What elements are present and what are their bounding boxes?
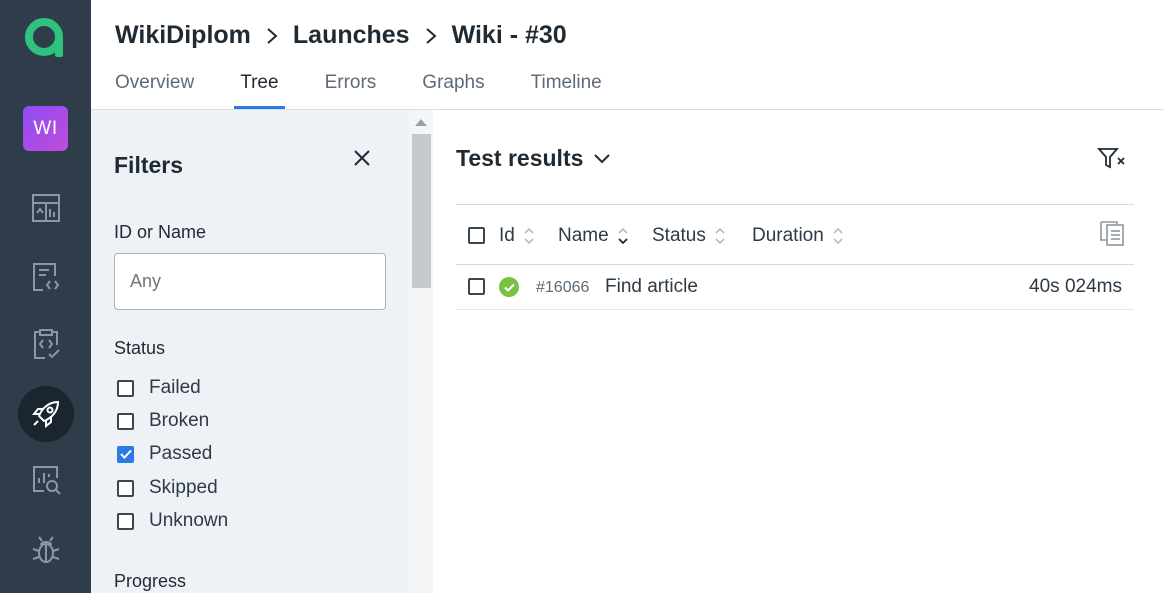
sort-icon[interactable]	[714, 226, 726, 246]
status-option-label: Failed	[149, 377, 201, 398]
breadcrumb: WikiDiplom Launches Wiki - #30	[115, 21, 567, 50]
checkbox[interactable]	[117, 479, 134, 497]
dashboard-icon[interactable]	[18, 180, 74, 236]
tab-graphs[interactable]: Graphs	[422, 72, 484, 109]
test-cases-icon[interactable]	[18, 249, 74, 305]
filters-title: Filters	[114, 152, 184, 178]
checkbox[interactable]	[117, 412, 134, 430]
results-panel: Test results Id Name Status Duration #16…	[433, 110, 1164, 593]
header: WikiDiplom Launches Wiki - #30 Overview …	[91, 0, 1164, 110]
scrollbar-thumb[interactable]	[412, 134, 431, 288]
tab-overview[interactable]: Overview	[115, 72, 194, 109]
project-avatar[interactable]: WI	[23, 106, 68, 151]
status-failed[interactable]: Failed	[117, 377, 201, 399]
column-status-label: Status	[652, 225, 706, 246]
test-id: #16066	[536, 279, 590, 296]
table-header: Id Name Status Duration	[456, 204, 1134, 265]
column-status[interactable]: Status	[652, 225, 726, 247]
select-all-checkbox[interactable]	[468, 227, 485, 244]
row-checkbox[interactable]	[468, 278, 485, 295]
checkbox[interactable]	[117, 379, 134, 397]
breadcrumb-launches[interactable]: Launches	[293, 21, 410, 50]
tab-tree[interactable]: Tree	[234, 72, 285, 109]
column-name-label: Name	[558, 225, 609, 246]
status-option-label: Skipped	[149, 477, 218, 498]
column-duration[interactable]: Duration	[752, 225, 844, 247]
chevron-down-icon	[594, 153, 611, 163]
status-option-label: Broken	[149, 410, 210, 431]
test-duration: 40s 024ms	[1029, 276, 1122, 297]
column-settings-icon[interactable]	[1098, 220, 1126, 248]
column-id[interactable]: Id	[499, 225, 535, 247]
chevron-right-icon	[424, 26, 438, 46]
breadcrumb-launch: Wiki - #30	[451, 21, 567, 49]
table-row[interactable]: #16066 Find article 40s 024ms	[456, 265, 1134, 310]
results-title[interactable]: Test results	[456, 145, 611, 172]
id-name-input[interactable]	[114, 253, 386, 310]
progress-label: Progress	[114, 571, 187, 591]
column-id-label: Id	[499, 225, 515, 246]
analytics-icon[interactable]	[18, 452, 74, 508]
scroll-up-arrow-icon[interactable]	[415, 119, 427, 126]
checkbox-checked[interactable]	[117, 445, 134, 463]
column-name[interactable]: Name	[558, 225, 629, 247]
status-broken[interactable]: Broken	[117, 410, 209, 432]
tab-errors[interactable]: Errors	[325, 72, 377, 109]
sort-desc-icon[interactable]	[617, 226, 629, 246]
app-logo[interactable]	[22, 14, 68, 60]
breadcrumb-project[interactable]: WikiDiplom	[115, 21, 251, 50]
filters-scrollbar[interactable]	[409, 110, 433, 593]
sort-icon[interactable]	[832, 226, 844, 246]
column-duration-label: Duration	[752, 225, 824, 246]
test-plans-icon[interactable]	[18, 316, 74, 372]
defects-icon[interactable]	[18, 522, 74, 578]
status-label: Status	[114, 338, 166, 358]
id-name-label: ID or Name	[114, 222, 207, 242]
clear-filter-icon[interactable]	[1097, 146, 1127, 172]
test-name[interactable]: Find article	[605, 276, 698, 298]
status-passed[interactable]: Passed	[117, 443, 212, 465]
status-skipped[interactable]: Skipped	[117, 477, 218, 499]
passed-status-icon	[499, 277, 519, 297]
filters-panel: Filters ID or Name Status Failed Broken …	[91, 110, 409, 593]
tab-timeline[interactable]: Timeline	[531, 72, 602, 109]
status-unknown[interactable]: Unknown	[117, 510, 228, 532]
status-option-label: Passed	[149, 443, 213, 464]
status-option-label: Unknown	[149, 510, 229, 531]
chevron-right-icon	[265, 26, 279, 46]
sort-icon[interactable]	[523, 226, 535, 246]
checkbox[interactable]	[117, 512, 134, 530]
launches-icon[interactable]	[18, 386, 74, 442]
results-title-text: Test results	[456, 145, 584, 171]
close-icon[interactable]	[351, 147, 373, 169]
tab-bar: Overview Tree Errors Graphs Timeline	[115, 72, 648, 109]
left-rail: WI	[0, 0, 91, 593]
